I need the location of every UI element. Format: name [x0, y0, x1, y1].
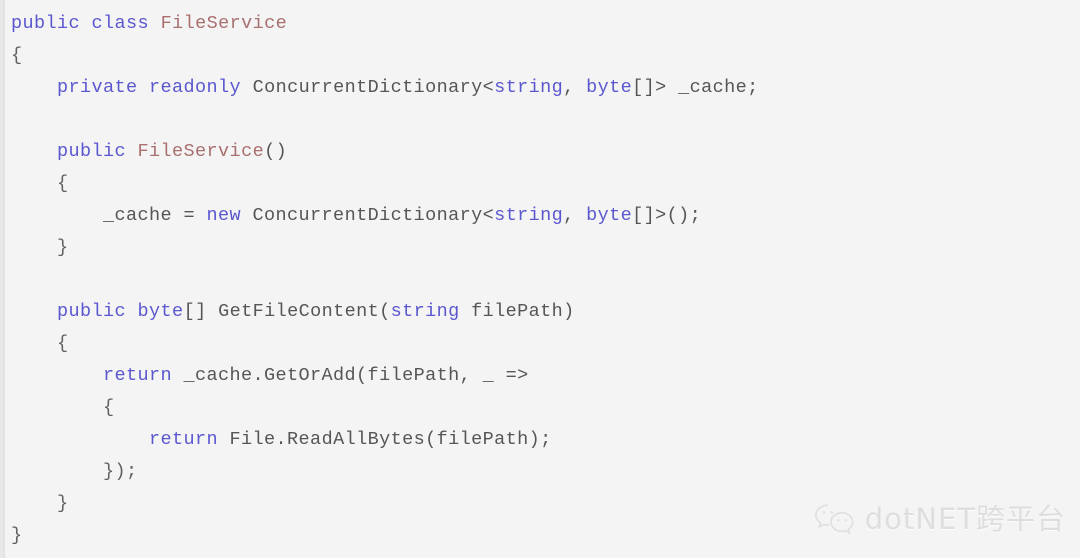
code-line: } — [11, 232, 759, 264]
code-token: , — [563, 77, 587, 98]
code-screenshot: public class FileService { private readon… — [0, 0, 1080, 558]
code-token: FileService — [137, 141, 265, 162]
code-token: readonly — [149, 77, 242, 98]
code-token: () — [264, 141, 288, 162]
code-token: public — [57, 301, 127, 322]
watermark: dotNET跨平台 — [814, 502, 1066, 536]
code-token: public — [11, 13, 81, 34]
code-line: public byte[] GetFileContent(string file… — [11, 296, 759, 328]
code-line: } — [11, 488, 759, 520]
wechat-icon — [814, 502, 856, 536]
code-line: return _cache.GetOrAdd(filePath, _ => — [11, 360, 759, 392]
code-token: filePath) — [459, 301, 575, 322]
code-line: return File.ReadAllBytes(filePath); — [11, 424, 759, 456]
code-token: , — [563, 205, 587, 226]
code-token: string — [390, 301, 460, 322]
code-token: }); — [11, 461, 138, 482]
code-token: ConcurrentDictionary< — [241, 205, 495, 226]
code-token: []> _cache; — [632, 77, 759, 98]
code-token: byte — [586, 205, 633, 226]
code-token: return — [103, 365, 173, 386]
code-token: { — [11, 173, 69, 194]
code-token: File.ReadAllBytes(filePath); — [218, 429, 552, 450]
code-token: FileService — [160, 13, 288, 34]
code-token: string — [494, 205, 564, 226]
code-token: class — [91, 13, 150, 34]
code-token: [] GetFileContent( — [183, 301, 391, 322]
code-token: } — [11, 525, 23, 546]
code-line: { — [11, 328, 759, 360]
code-token: return — [149, 429, 219, 450]
code-token: { — [11, 333, 69, 354]
code-token: _cache.GetOrAdd(filePath, _ => — [172, 365, 529, 386]
code-token: byte — [137, 301, 184, 322]
code-token: } — [11, 237, 69, 258]
code-token: ConcurrentDictionary< — [241, 77, 495, 98]
code-token: string — [494, 77, 564, 98]
code-line: }); — [11, 456, 759, 488]
code-line: } — [11, 520, 759, 552]
code-line: { — [11, 40, 759, 72]
code-line: { — [11, 392, 759, 424]
code-block: public class FileService { private readon… — [3, 0, 759, 552]
watermark-text: dotNET跨平台 — [864, 501, 1066, 536]
code-line: { — [11, 168, 759, 200]
code-token: } — [11, 493, 69, 514]
code-token: { — [11, 397, 115, 418]
code-token: public — [57, 141, 127, 162]
code-line: private readonly ConcurrentDictionary<st… — [11, 72, 759, 104]
code-line: _cache = new ConcurrentDictionary<string… — [11, 200, 759, 232]
code-line: public FileService() — [11, 136, 759, 168]
code-token: new — [206, 205, 242, 226]
code-line: public class FileService — [11, 8, 759, 40]
code-token: []>(); — [632, 205, 702, 226]
code-token: _cache = — [11, 205, 207, 226]
code-token: byte — [586, 77, 633, 98]
code-token: { — [11, 45, 23, 66]
code-token: private — [57, 77, 138, 98]
